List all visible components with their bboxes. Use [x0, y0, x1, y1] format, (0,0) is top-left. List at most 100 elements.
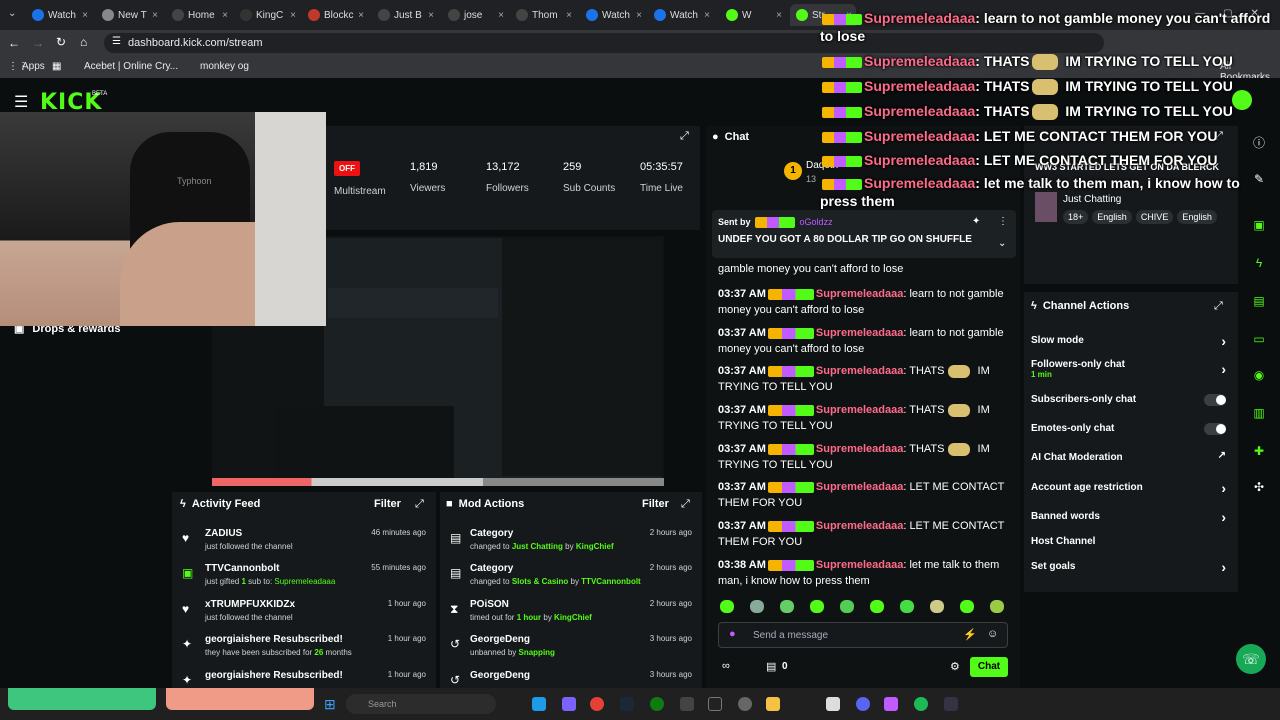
tab-close-icon[interactable]: ×: [290, 10, 296, 21]
bolt-rail-icon[interactable]: ϟ: [1250, 256, 1268, 274]
settings-task-icon[interactable]: [738, 697, 752, 711]
stream-tag[interactable]: English: [1092, 210, 1132, 224]
emote-icon[interactable]: [930, 600, 944, 613]
chat-username[interactable]: Supremeleadaaa: [816, 443, 903, 455]
browser-tab[interactable]: Blockc ×: [302, 4, 368, 26]
expand-icon[interactable]: ⤢: [680, 130, 689, 143]
chat-username[interactable]: Supremeleadaaa: [816, 404, 903, 416]
app3-icon[interactable]: [944, 697, 958, 711]
edge-icon[interactable]: [532, 697, 546, 711]
activity-item[interactable]: ✦ georgiaishere Resubscribed! 1 hour ago: [180, 670, 426, 687]
wrench-icon[interactable]: ✚: [1250, 444, 1268, 462]
tab-search-icon[interactable]: ⌄: [8, 8, 16, 19]
discord-icon[interactable]: [856, 697, 870, 711]
stream-tag[interactable]: 18+: [1063, 210, 1089, 224]
host-channel-row[interactable]: Host Channel: [1031, 536, 1226, 547]
app2-icon[interactable]: [884, 697, 898, 711]
chat-message[interactable]: 03:37 AM Supremeleadaaa: THATS IM TRYING …: [718, 441, 1008, 473]
help-button[interactable]: ☏: [1236, 644, 1266, 674]
smile-icon[interactable]: ☺: [987, 628, 998, 640]
set-goals-row[interactable]: Set goals ›: [1031, 559, 1226, 575]
emote-icon[interactable]: [990, 600, 1004, 613]
xbox-icon[interactable]: [650, 697, 664, 711]
pinned-more-icon[interactable]: ⋮: [998, 216, 1008, 227]
chat-message[interactable]: 03:37 AM Supremeleadaaa: THATS IM TRYING …: [718, 402, 1008, 434]
bookmark-apps[interactable]: Apps: [22, 61, 45, 72]
actions-expand-icon[interactable]: ⤢: [1214, 300, 1223, 313]
chat-message[interactable]: 03:37 AM Supremeleadaaa: learn to not gam…: [718, 325, 1008, 357]
taskbar-search[interactable]: Search: [346, 694, 496, 714]
emote-icon[interactable]: [960, 600, 974, 613]
terminal-icon[interactable]: [708, 697, 722, 711]
chat-username[interactable]: Supremeleadaaa: [816, 520, 903, 532]
chat-input[interactable]: ● Send a message ⚡ ☺: [718, 622, 1008, 648]
scan-icon[interactable]: ▣: [1250, 218, 1268, 236]
followers-only-row[interactable]: Followers-only chat 1 min ›: [1031, 359, 1226, 379]
mod-action-item[interactable]: ↺ GeorgeDeng 3 hours ago: [448, 670, 692, 687]
store-task-icon[interactable]: [562, 697, 576, 711]
browser-tab[interactable]: W ×: [720, 4, 786, 26]
tab-close-icon[interactable]: ×: [704, 10, 710, 21]
activity-filter[interactable]: Filter: [374, 498, 401, 510]
emote-picker-icon[interactable]: ⚡: [963, 628, 977, 641]
emote-icon[interactable]: [750, 600, 764, 613]
tab-close-icon[interactable]: ×: [428, 10, 434, 21]
activity-item[interactable]: ✦ georgiaishere Resubscribed! they have be…: [180, 634, 426, 657]
emote-icon[interactable]: [840, 600, 854, 613]
emotes-only-toggle[interactable]: [1204, 423, 1226, 435]
chat-message[interactable]: 03:37 AM Supremeleadaaa: LET ME CONTACT T…: [718, 479, 1008, 511]
tab-close-icon[interactable]: ×: [152, 10, 158, 21]
mod-action-item[interactable]: ⧗ POiSON timed out for 1 hour by KingChief…: [448, 599, 692, 622]
emote-icon[interactable]: [810, 600, 824, 613]
browser-tab[interactable]: Watch ×: [26, 4, 92, 26]
activity-item[interactable]: ♥ ZADIUS just followed the channel 46 minut…: [180, 528, 426, 551]
browser-tab[interactable]: jose ×: [442, 4, 508, 26]
tab-close-icon[interactable]: ×: [82, 10, 88, 21]
bookmark-monkey[interactable]: monkey og: [200, 61, 249, 72]
browser-tab[interactable]: Watch ×: [580, 4, 646, 26]
tab-close-icon[interactable]: ×: [498, 10, 504, 21]
emote-icon[interactable]: [900, 600, 914, 613]
stream-tag[interactable]: English: [1177, 210, 1217, 224]
mod-action-item[interactable]: ▤ Category changed to Just Chatting by Kin…: [448, 528, 692, 551]
grid-icon[interactable]: ▦: [52, 61, 61, 72]
banned-words-row[interactable]: Banned words ›: [1031, 509, 1226, 525]
chat-username[interactable]: Supremeleadaaa: [816, 327, 903, 339]
mod-action-item[interactable]: ↺ GeorgeDeng unbanned by Snapping 3 hours a…: [448, 634, 692, 657]
spotify-icon[interactable]: [914, 697, 928, 711]
chat-username[interactable]: Supremeleadaaa: [816, 481, 903, 493]
stream-tag[interactable]: CHIVE: [1135, 210, 1174, 224]
window-icon[interactable]: [826, 697, 840, 711]
points-icon[interactable]: ∞: [722, 660, 730, 672]
emote-icon[interactable]: [870, 600, 884, 613]
chat-rail-icon[interactable]: ▭: [1250, 332, 1268, 350]
chat-username[interactable]: Supremeleadaaa: [816, 365, 903, 377]
activity-item[interactable]: ▣ TTVCannonbolt just gifted 1 sub to: Supr…: [180, 563, 426, 586]
folder-icon[interactable]: [766, 697, 780, 711]
chat-message[interactable]: 03:38 AM Supremeleadaaa: let me talk to t…: [718, 557, 1008, 589]
chrome-icon[interactable]: [590, 697, 604, 711]
browser-tab[interactable]: Home ×: [166, 4, 232, 26]
browser-tab[interactable]: KingC ×: [234, 4, 300, 26]
bookmark-acebet[interactable]: Acebet | Online Cry...: [84, 61, 178, 72]
chat-message[interactable]: 03:37 AM Supremeleadaaa: THATS IM TRYING …: [718, 363, 1008, 395]
browser-tab[interactable]: Just B ×: [372, 4, 438, 26]
chat-message[interactable]: 03:37 AM Supremeleadaaa: LET ME CONTACT T…: [718, 518, 1008, 550]
menu-icon[interactable]: ☰: [14, 92, 28, 112]
subscribers-only-row[interactable]: Subscribers-only chat: [1031, 394, 1226, 406]
chat-message[interactable]: 03:37 AM Supremeleadaaa: learn to not gam…: [718, 286, 1008, 318]
mod-action-item[interactable]: ▤ Category changed to Slots & Casino by TT…: [448, 563, 692, 586]
store-icon[interactable]: ▤: [766, 660, 776, 673]
emotes-only-row[interactable]: Emotes-only chat: [1031, 423, 1226, 435]
account-age-row[interactable]: Account age restriction ›: [1031, 480, 1226, 496]
emote-bar[interactable]: [720, 600, 1010, 614]
emote-icon[interactable]: [720, 600, 734, 613]
home-icon[interactable]: ⌂: [80, 35, 87, 49]
broadcast-icon[interactable]: ◉: [1250, 368, 1268, 386]
subscribers-only-toggle[interactable]: [1204, 394, 1226, 406]
chevron-down-icon[interactable]: ⌄: [998, 238, 1006, 249]
apps-rail-icon[interactable]: ✣: [1250, 480, 1268, 498]
forward-icon[interactable]: →: [32, 36, 44, 50]
send-chat-button[interactable]: Chat: [970, 657, 1008, 677]
chat-username[interactable]: Supremeleadaaa: [816, 559, 903, 571]
